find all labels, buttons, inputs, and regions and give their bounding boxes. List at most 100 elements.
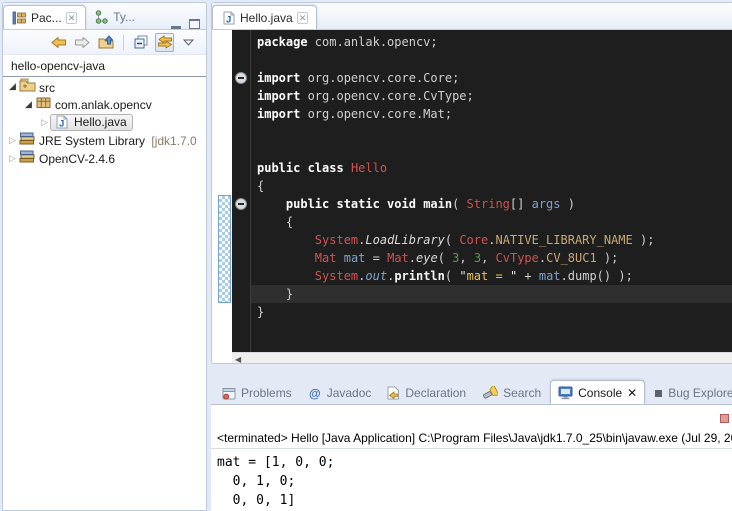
horizontal-scrollbar[interactable]: ◀ [232, 352, 732, 364]
close-icon[interactable]: ✕ [627, 386, 637, 400]
code-line[interactable]: System.LoadLibrary( Core.NATIVE_LIBRARY_… [251, 231, 732, 249]
collapse-all-icon [134, 35, 148, 49]
library-icon [18, 132, 36, 145]
code-line[interactable] [251, 141, 732, 159]
maximize-icon[interactable] [189, 19, 200, 29]
fold-gutter[interactable] [232, 30, 251, 352]
collapse-arrow-icon[interactable]: ◢ [23, 99, 34, 110]
view-menu-icon [183, 39, 194, 46]
console-tab-javadoc[interactable]: @Javadoc [301, 382, 379, 404]
collapse-all-button[interactable] [131, 33, 150, 52]
tree-item-content: OpenCV-2.4.6 [18, 150, 118, 166]
link-with-editor-button[interactable] [155, 33, 174, 52]
console-tab-console[interactable]: Console ✕ [550, 380, 645, 404]
tree-item-label: com.anlak.opencv [52, 98, 155, 112]
view-menu-button[interactable] [179, 33, 198, 52]
console-tab-search[interactable]: Search [475, 382, 548, 404]
tree-item-hello-java[interactable]: ▷ J Hello.java [3, 113, 206, 131]
fold-collapse-icon[interactable] [235, 72, 247, 84]
console-output-line: mat = [1, 0, 0; [217, 453, 732, 472]
declaration-icon [387, 386, 400, 400]
close-icon[interactable]: ✕ [297, 12, 309, 24]
editor-tab-label: Hello.java [240, 11, 293, 25]
tree-rows: ◢src◢com.anlak.opencv▷JHello.java▷JRE Sy… [3, 77, 206, 167]
up-button[interactable] [97, 33, 116, 52]
back-button[interactable] [49, 33, 68, 52]
forward-icon [74, 36, 91, 49]
collapse-arrow-icon[interactable]: ◢ [7, 81, 18, 92]
code-line[interactable]: import org.opencv.core.CvType; [251, 87, 732, 105]
code-line[interactable]: public static void main( String[] args ) [251, 195, 732, 213]
editor-body[interactable]: package com.anlak.opencv; import org.open… [212, 30, 732, 352]
package-icon [34, 96, 52, 109]
minimize-icon[interactable] [171, 26, 181, 29]
console-icon [558, 386, 573, 400]
svg-text:J: J [59, 119, 64, 130]
selected-tree-item: J Hello.java [50, 114, 133, 131]
up-folder-icon [98, 35, 115, 49]
code-line[interactable]: import org.opencv.core.Mat; [251, 105, 732, 123]
code-line[interactable]: package com.anlak.opencv; [251, 33, 732, 51]
code-line[interactable]: public class Hello [251, 159, 732, 177]
expand-arrow-icon[interactable]: ▷ [7, 135, 18, 146]
package-explorer-panel: Pac...✕Ty... hello-opencv-java ◢src◢com.… [2, 2, 207, 511]
javadoc-icon: @ [308, 386, 322, 400]
tree-item-content: src [18, 78, 58, 95]
expand-arrow-icon[interactable]: ▷ [39, 117, 50, 128]
svg-text:J: J [226, 14, 231, 25]
remove-launch-icon[interactable] [720, 414, 729, 423]
source-folder-icon [18, 78, 36, 92]
type-hierarchy-icon [94, 10, 109, 24]
console-status-line: <terminated> Hello [Java Application] C:… [211, 405, 732, 448]
problems-icon [222, 387, 236, 400]
annotation-ruler[interactable] [212, 30, 232, 352]
tree-item-src[interactable]: ◢ src [3, 77, 206, 95]
view-tab-type-hierarchy[interactable]: Ty... [86, 5, 143, 29]
console-output: mat = [1, 0, 0; 0, 1, 0; 0, 0, 1] [211, 449, 732, 510]
tree-item-decorator: [jdk1.7.0 [148, 134, 197, 148]
code-line[interactable] [251, 51, 732, 69]
tree-item-label: Hello.java [71, 115, 130, 129]
console-tab-declaration[interactable]: Declaration [380, 382, 473, 404]
fold-collapse-icon[interactable] [235, 198, 247, 210]
view-tab-package-explorer[interactable]: Pac... ✕ [3, 5, 86, 29]
view-tab-label: Pac... [31, 11, 62, 25]
console-output-line: 0, 1, 0; [217, 472, 732, 491]
expand-arrow-icon[interactable]: ▷ [7, 153, 18, 164]
tree-item-label: src [36, 81, 58, 95]
code-line[interactable]: System.out.println( "mat = " + mat.dump(… [251, 267, 732, 285]
code-line[interactable]: { [251, 177, 732, 195]
tree-item-opencv-2-4-6[interactable]: ▷OpenCV-2.4.6 [3, 149, 206, 167]
console-tab-bug-explorer[interactable]: Bug Explorer [647, 382, 732, 404]
console-tab-label: Search [503, 386, 541, 400]
range-indicator [218, 195, 231, 303]
tree-item-com-anlak-opencv[interactable]: ◢ com.anlak.opencv [3, 95, 206, 113]
console-body[interactable]: <terminated> Hello [Java Application] C:… [211, 404, 732, 511]
scroll-left-arrow-icon[interactable]: ◀ [232, 355, 244, 364]
forward-button[interactable] [73, 33, 92, 52]
console-output-line: 0, 0, 1] [217, 491, 732, 510]
editor-tab-hello-java[interactable]: J Hello.java ✕ [212, 5, 317, 29]
code-line[interactable]: Mat mat = Mat.eye( 3, 3, CvType.CV_8UC1 … [251, 249, 732, 267]
svg-text:@: @ [309, 387, 321, 401]
console-tab-problems[interactable]: Problems [215, 382, 299, 404]
code-line[interactable]: } [251, 303, 732, 321]
code-line[interactable] [251, 123, 732, 141]
code-line[interactable]: { [251, 213, 732, 231]
current-line[interactable]: } [251, 285, 732, 303]
editor-tabbar: J Hello.java ✕ [212, 3, 732, 30]
code-line[interactable]: import org.opencv.core.Core; [251, 69, 732, 87]
search-icon [482, 386, 498, 400]
project-tree: hello-opencv-java ◢src◢com.anlak.opencv▷… [3, 55, 206, 167]
code-area[interactable]: package com.anlak.opencv; import org.open… [251, 30, 732, 352]
project-name[interactable]: hello-opencv-java [3, 57, 206, 77]
tree-item-jre-system-library[interactable]: ▷JRE System Library [jdk1.7.0 [3, 131, 206, 149]
console-tab-label: Console [578, 386, 622, 400]
link-editor-icon [157, 35, 173, 49]
library-icon [18, 150, 36, 163]
close-icon[interactable]: ✕ [66, 12, 78, 24]
console-panel: Problems@JavadocDeclaration Search Console… [211, 378, 732, 511]
back-icon [50, 36, 67, 49]
console-tabbar: Problems@JavadocDeclaration Search Console… [211, 378, 732, 404]
java-file-icon: J [53, 115, 71, 129]
